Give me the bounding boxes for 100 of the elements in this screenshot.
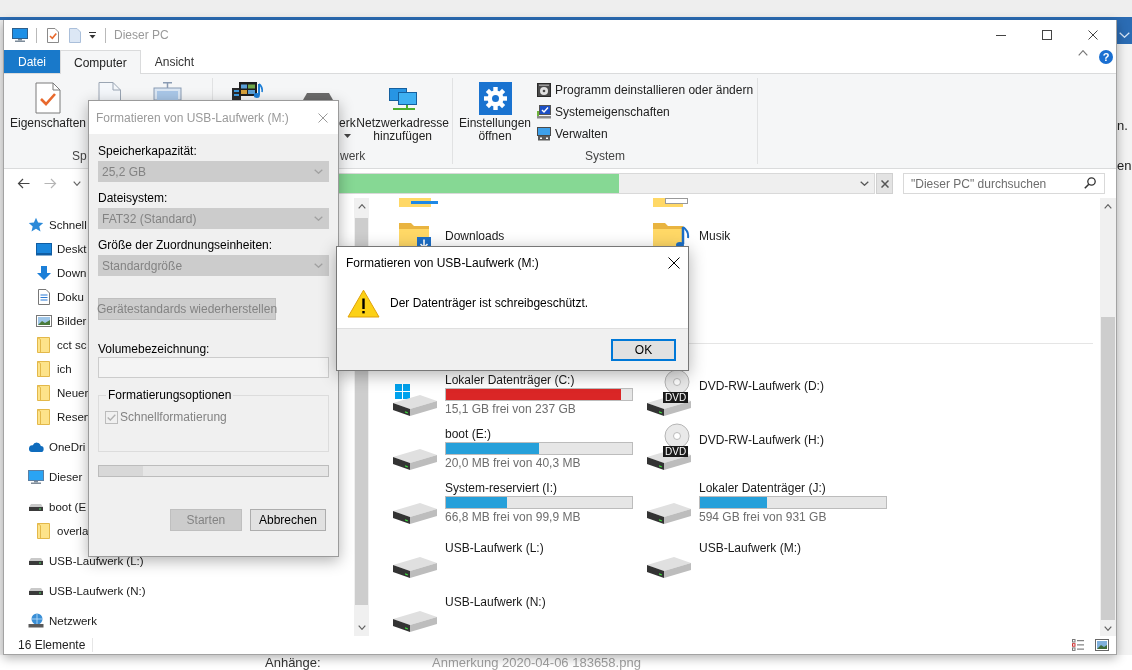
item-count: 16 Elemente <box>18 638 86 652</box>
close-icon[interactable] <box>668 256 680 269</box>
scrollbar-thumb[interactable] <box>1101 317 1115 620</box>
nav-item[interactable]: Neuer <box>36 385 89 401</box>
ribbon-button[interactable]: Eigenschaften <box>8 78 88 130</box>
media-type-label: DVD <box>663 446 689 457</box>
chevron-down-icon[interactable] <box>860 181 869 186</box>
ribbon-button[interactable]: Systemeigenschaften <box>537 105 670 119</box>
drive-icon <box>393 608 437 632</box>
close-icon[interactable] <box>1088 30 1098 40</box>
checkmark-icon <box>107 413 116 421</box>
dialog-title: Formatieren von USB-Laufwerk (M:) <box>346 255 539 270</box>
nav-item[interactable]: Bilder <box>36 313 87 329</box>
drive-icon <box>393 554 437 578</box>
drive-name[interactable]: USB-Laufwerk (M:) <box>699 541 802 555</box>
field-label: Größe der Zuordnungseinheiten: <box>98 238 273 252</box>
drive-name[interactable]: System-reserviert (I:) <box>445 481 557 495</box>
window-title: Dieser PC <box>114 28 169 42</box>
drive-name[interactable]: USB-Laufwerk (N:) <box>445 595 546 609</box>
nav-item[interactable]: Schnell <box>28 217 87 233</box>
chevron-down-icon[interactable] <box>357 625 366 630</box>
scrollbar[interactable] <box>1100 198 1116 636</box>
nav-item[interactable]: Dieser <box>28 469 83 485</box>
nav-item[interactable]: Down <box>36 265 87 281</box>
stop-button[interactable] <box>876 173 893 194</box>
ribbon-tab[interactable]: Ansicht <box>140 50 209 73</box>
system-drive-icon <box>393 384 437 416</box>
search-icon[interactable] <box>1084 177 1096 189</box>
film-music-icon[interactable] <box>232 82 263 100</box>
field-label: Speicherkapazität: <box>98 144 197 158</box>
close-icon <box>880 179 889 188</box>
search-field[interactable]: "Dieser PC" durchsuchen <box>903 173 1105 194</box>
monitor-check-icon <box>537 105 551 119</box>
dialog-button[interactable]: Abbrechen <box>249 509 326 531</box>
ribbon-button[interactable]: Verwalten <box>537 127 608 141</box>
dialog-button[interactable]: OK <box>611 338 676 361</box>
drive-name[interactable]: boot (E:) <box>445 427 492 441</box>
ribbon-button[interactable]: erk <box>339 78 356 138</box>
drive-icon <box>647 500 691 524</box>
chevron-down-icon[interactable] <box>73 181 81 186</box>
back-arrow-icon[interactable] <box>17 178 30 189</box>
folder-icon <box>36 385 52 401</box>
nav-item[interactable]: boot (E <box>28 499 87 515</box>
disc-box-icon <box>537 83 551 97</box>
details-view-icon[interactable] <box>1072 639 1084 651</box>
chevron-up-icon[interactable] <box>1078 50 1088 56</box>
tiles-view-icon[interactable] <box>1095 639 1109 651</box>
ribbon-button[interactable]: Netzwerkadresse hinzufügen <box>355 78 450 143</box>
help-button[interactable]: ? <box>1099 50 1113 64</box>
chevron-up-icon[interactable] <box>357 204 366 209</box>
caret-icon <box>343 134 351 138</box>
nav-item[interactable]: USB-Laufwerk (L:) <box>28 553 144 569</box>
drive-name[interactable]: Lokaler Datenträger (C:) <box>445 373 575 387</box>
drive-icon <box>393 446 437 470</box>
nav-item[interactable]: cct sc <box>36 337 87 353</box>
folder-icon <box>36 361 52 377</box>
background-text: n. <box>1117 118 1128 134</box>
nav-item[interactable]: Doku <box>36 289 84 305</box>
computer-icon <box>28 469 44 485</box>
drive-icon <box>647 554 691 578</box>
field-label: Volumebezeichnung: <box>98 342 210 356</box>
nav-item[interactable]: USB-Laufwerk (N:) <box>28 583 146 599</box>
dialog-title: Formatieren von USB-Laufwerk (M:) <box>96 110 289 125</box>
ribbon-tab[interactable]: Computer <box>60 50 141 74</box>
chevron-down-icon[interactable] <box>1104 626 1112 631</box>
ribbon-tab[interactable]: Datei <box>4 50 60 73</box>
free-space-text: 15,1 GB frei von 237 GB <box>445 402 576 416</box>
monitor-icon[interactable] <box>153 82 182 100</box>
checked-document-icon[interactable] <box>47 27 59 43</box>
caret-icon[interactable] <box>89 31 96 39</box>
nav-item[interactable]: Netzwerk <box>28 613 97 629</box>
drive-name[interactable]: DVD-RW-Laufwerk (H:) <box>699 433 824 447</box>
desktop-icon <box>36 241 52 257</box>
folder-icon <box>36 337 52 353</box>
network-monitors-icon <box>388 88 417 111</box>
folder-icon <box>399 198 439 208</box>
nav-item[interactable]: OneDri <box>28 439 86 455</box>
chevron-up-icon[interactable] <box>1104 204 1112 209</box>
nav-item[interactable]: overla <box>36 523 89 539</box>
settings-icon <box>478 82 512 115</box>
picture-icon <box>36 313 52 329</box>
arrow-down-icon <box>36 265 52 281</box>
drive-name[interactable]: Lokaler Datenträger (J:) <box>699 481 826 495</box>
free-space-text: 594 GB frei von 931 GB <box>699 510 827 524</box>
computer-icon <box>537 127 551 141</box>
nav-item[interactable]: Deskt <box>36 241 87 257</box>
computer-icon[interactable] <box>12 28 28 42</box>
media-type-label: DVD <box>663 392 689 403</box>
group-label: Sp <box>72 148 87 164</box>
chevron-down-icon <box>1119 32 1130 38</box>
network-icon <box>28 613 44 629</box>
drive-icon <box>393 500 437 524</box>
file-name: Anmerkung 2020-04-06 183658.png <box>432 655 641 670</box>
message-text: Der Datenträger ist schreibgeschützt. <box>390 296 589 310</box>
ribbon-button[interactable]: Programm deinstallieren oder ändern <box>537 83 754 97</box>
drive-name[interactable]: USB-Laufwerk (L:) <box>445 541 544 555</box>
ribbon-button[interactable]: Einstellungen öffnen <box>457 78 533 143</box>
drive-name[interactable]: DVD-RW-Laufwerk (D:) <box>699 379 824 393</box>
nav-item[interactable]: ich <box>36 361 72 377</box>
maximize-icon[interactable] <box>1042 30 1052 40</box>
